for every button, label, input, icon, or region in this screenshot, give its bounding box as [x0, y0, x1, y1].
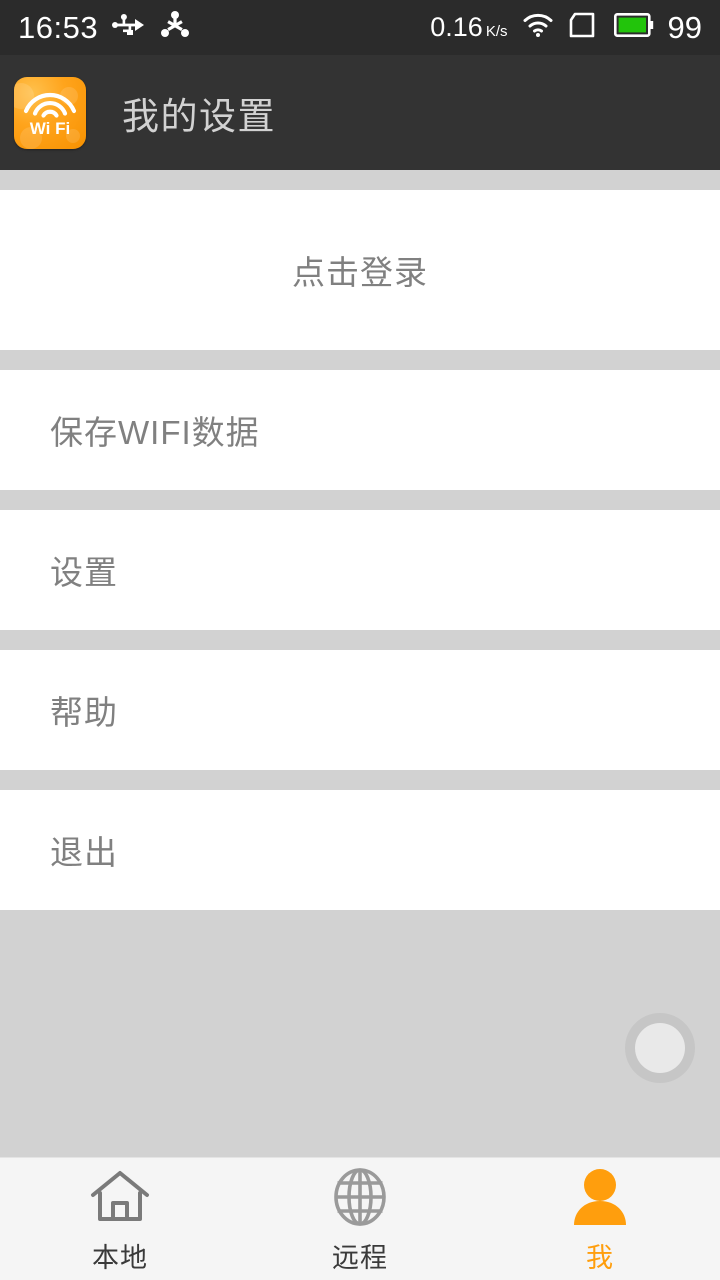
- wifi-app-logo: Wi Fi: [14, 76, 86, 149]
- tab-remote[interactable]: 远程: [240, 1158, 480, 1280]
- network-speed-value: 0.16: [430, 12, 483, 42]
- menu-item-label: 帮助: [50, 694, 118, 731]
- bottom-tab-bar: 本地 远程 我: [0, 1157, 720, 1280]
- app-screen: 16:53 0.16 K/s 99 Wi Fi 我的设置 点击登录 保存WIFI…: [0, 0, 720, 1280]
- person-icon: [570, 1164, 630, 1230]
- status-bar-clock: 16:53: [18, 10, 99, 45]
- divider-1: [0, 350, 720, 370]
- network-speed: 0.16 K/s: [430, 12, 507, 43]
- floating-circle-button-inner: [635, 1023, 685, 1073]
- menu-item-label: 设置: [50, 554, 118, 591]
- battery-icon: [613, 12, 654, 42]
- app-header: Wi Fi 我的设置: [0, 55, 720, 170]
- status-bar-right: 0.16 K/s 99: [430, 10, 702, 46]
- tab-me[interactable]: 我: [480, 1158, 720, 1280]
- svg-text:Wi Fi: Wi Fi: [30, 119, 70, 138]
- sim-card-icon: [568, 12, 600, 43]
- menu-item-settings[interactable]: 设置: [0, 510, 720, 630]
- menu-item-exit[interactable]: 退出: [0, 790, 720, 910]
- usb-icon: [112, 14, 146, 41]
- divider-4: [0, 770, 720, 790]
- globe-icon: [331, 1164, 389, 1230]
- status-bar-left: 16:53: [18, 11, 190, 44]
- divider-top: [0, 170, 720, 190]
- tab-label: 本地: [92, 1242, 148, 1273]
- network-speed-unit: K/s: [485, 23, 508, 40]
- menu-item-saved-wifi-data[interactable]: 保存WIFI数据: [0, 370, 720, 490]
- menu-item-label: 退出: [50, 834, 118, 871]
- login-row[interactable]: 点击登录: [0, 190, 720, 350]
- floating-circle-button[interactable]: [625, 1013, 695, 1083]
- status-bar: 16:53 0.16 K/s 99: [0, 0, 720, 55]
- wifi-arc-icon: Wi Fi: [23, 92, 77, 138]
- empty-area: [0, 910, 720, 1157]
- page-title: 我的设置: [122, 95, 276, 137]
- menu-item-label: 保存WIFI数据: [50, 414, 260, 451]
- home-icon: [89, 1164, 151, 1230]
- divider-2: [0, 490, 720, 510]
- battery-level: 99: [667, 9, 702, 45]
- tab-local[interactable]: 本地: [0, 1158, 240, 1280]
- login-label: 点击登录: [292, 254, 428, 291]
- wifi-icon: [522, 12, 554, 43]
- menu-item-help[interactable]: 帮助: [0, 650, 720, 770]
- tab-label: 远程: [332, 1242, 388, 1273]
- divider-3: [0, 630, 720, 650]
- share-network-icon: [160, 11, 190, 44]
- tab-label: 我: [586, 1242, 614, 1273]
